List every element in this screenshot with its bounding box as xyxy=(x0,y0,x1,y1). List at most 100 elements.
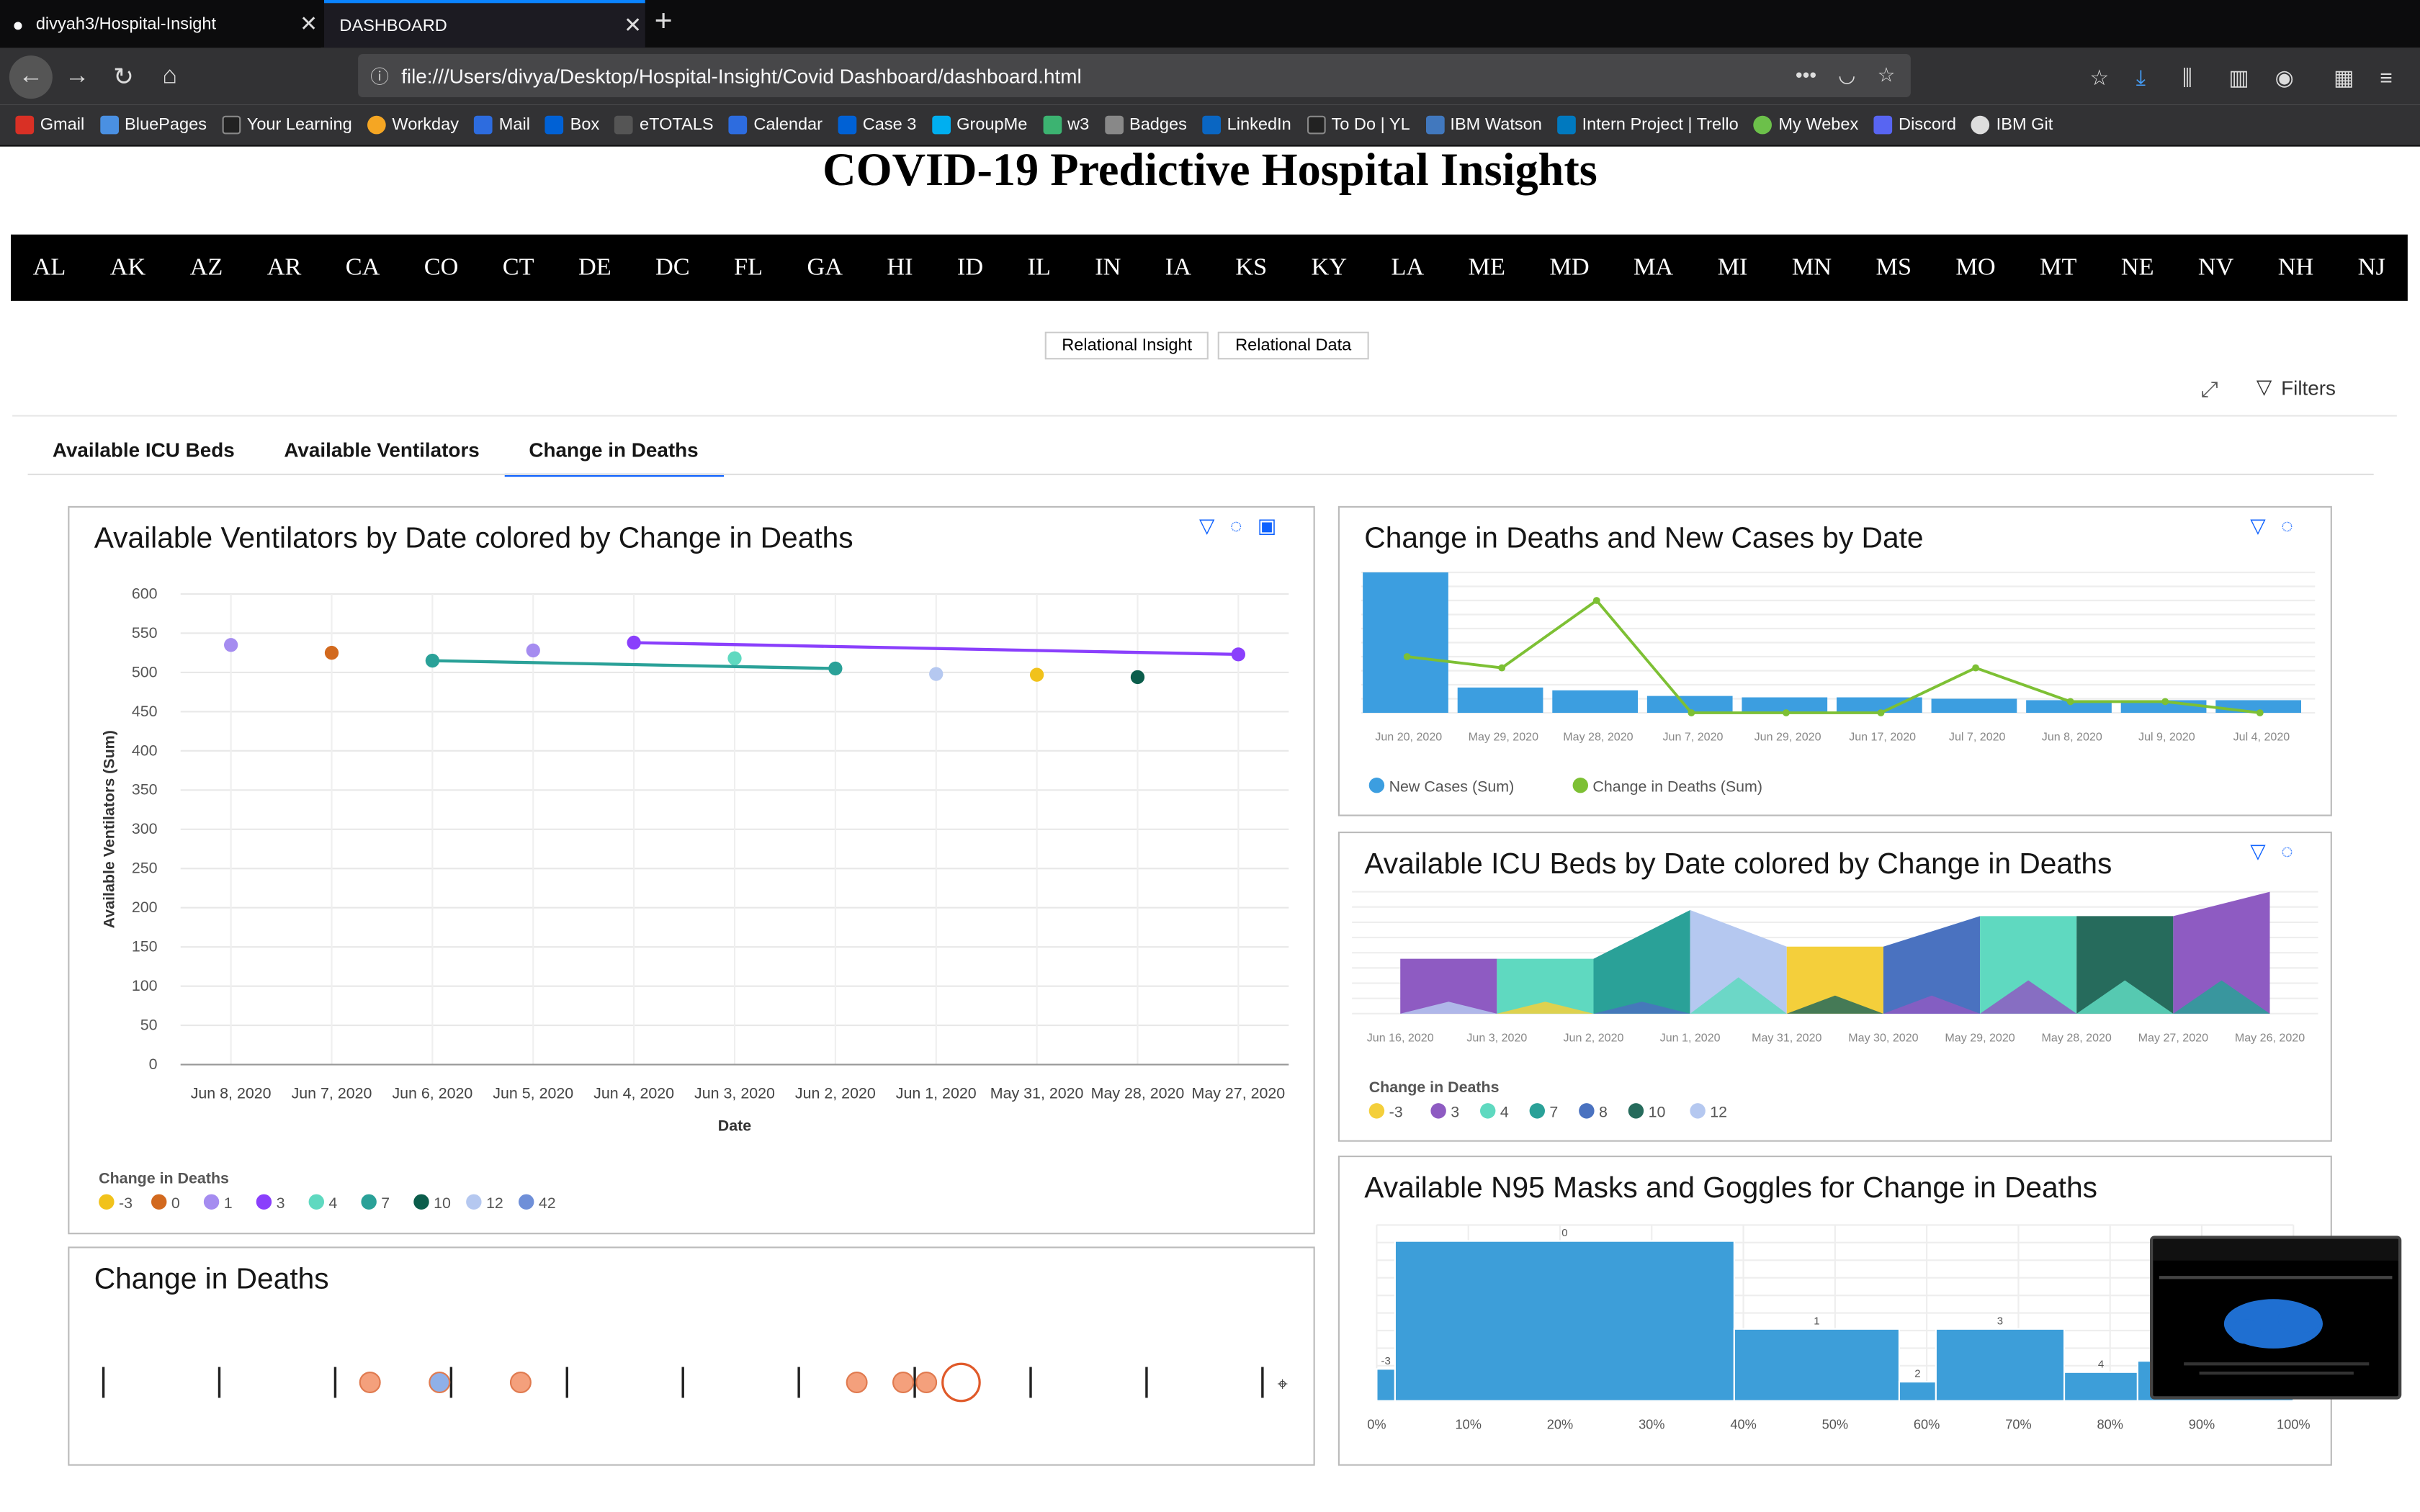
bar xyxy=(1552,690,1638,713)
tab-available-ventilators[interactable]: Available Ventilators xyxy=(259,435,504,477)
bookmark-bluepages[interactable]: BluePages xyxy=(99,115,207,135)
state-link-fl[interactable]: FL xyxy=(734,254,763,282)
forward-icon[interactable]: → xyxy=(55,55,99,99)
tab-available-icu-beds[interactable]: Available ICU Beds xyxy=(28,435,259,477)
state-link-mn[interactable]: MN xyxy=(1792,254,1832,282)
star-icon[interactable]: ☆ xyxy=(1877,63,1895,88)
sidebar-icon[interactable]: ▥ xyxy=(2228,65,2249,91)
relational-data-button[interactable]: Relational Data xyxy=(1218,331,1368,360)
state-link-ak[interactable]: AK xyxy=(110,254,146,282)
tab-change-in-deaths[interactable]: Change in Deaths xyxy=(504,435,723,477)
reload-icon[interactable]: ↻ xyxy=(102,55,145,99)
data-point xyxy=(1972,664,1979,672)
data-label: 0 xyxy=(1561,1227,1567,1239)
more-icon[interactable]: ••• xyxy=(1796,63,1816,88)
x-tick-label: Jun 29, 2020 xyxy=(1754,731,1821,744)
legend-label: 1 xyxy=(224,1194,233,1212)
collections-icon[interactable]: ☆ xyxy=(2089,65,2109,91)
state-link-in[interactable]: IN xyxy=(1095,254,1121,282)
state-link-de[interactable]: DE xyxy=(578,254,611,282)
x-tick-label: 90% xyxy=(2189,1417,2215,1431)
bookmark-ibm-watson[interactable]: IBM Watson xyxy=(1425,115,1542,135)
download-icon[interactable]: ⤓ xyxy=(2136,65,2146,91)
state-link-ar[interactable]: AR xyxy=(267,254,302,282)
state-link-nh[interactable]: NH xyxy=(2278,254,2314,282)
new-tab-icon[interactable]: + xyxy=(655,4,673,40)
legend-label: 4 xyxy=(328,1194,337,1212)
bookmark-discord[interactable]: Discord xyxy=(1873,115,1956,135)
relational-insight-button[interactable]: Relational Insight xyxy=(1044,331,1209,360)
state-link-co[interactable]: CO xyxy=(424,254,459,282)
picture-in-picture-preview[interactable] xyxy=(2150,1236,2402,1400)
state-link-az[interactable]: AZ xyxy=(190,254,223,282)
state-link-ms[interactable]: MS xyxy=(1876,254,1912,282)
bookmark-gmail[interactable]: Gmail xyxy=(15,115,84,135)
menu-icon[interactable]: ≡ xyxy=(2380,65,2393,89)
state-link-ga[interactable]: GA xyxy=(807,254,843,282)
extensions-icon[interactable]: ▦ xyxy=(2334,65,2354,91)
state-link-al[interactable]: AL xyxy=(33,254,66,282)
state-link-ma[interactable]: MA xyxy=(1634,254,1673,282)
filters-button[interactable]: ▽ Filters xyxy=(2257,375,2336,400)
bookmark-w3[interactable]: w3 xyxy=(1042,115,1089,135)
bookmark-calendar[interactable]: Calendar xyxy=(729,115,823,135)
info-icon[interactable]: ⓘ xyxy=(358,63,401,89)
bookmark-etotals[interactable]: eTOTALS xyxy=(614,115,714,135)
state-link-ct[interactable]: CT xyxy=(503,254,534,282)
state-link-ky[interactable]: KY xyxy=(1312,254,1348,282)
back-icon[interactable]: ← xyxy=(9,55,53,99)
x-tick-label: Jul 7, 2020 xyxy=(1949,731,2006,744)
state-link-ks[interactable]: KS xyxy=(1235,254,1267,282)
bookmark-case3[interactable]: Case 3 xyxy=(838,115,916,135)
close-icon[interactable]: ✕ xyxy=(620,12,645,38)
pocket-icon[interactable]: ◡ xyxy=(1838,63,1855,88)
bar xyxy=(1376,1368,1396,1402)
bookmark-linkedin[interactable]: LinkedIn xyxy=(1202,115,1291,135)
legend-label: 10 xyxy=(434,1194,451,1212)
library-icon[interactable]: ⫼ xyxy=(2182,65,2192,91)
state-link-dc[interactable]: DC xyxy=(655,254,690,282)
x-tick-label: Jun 2, 2020 xyxy=(1564,1031,1624,1044)
bookmark-ibm-git[interactable]: IBM Git xyxy=(1971,115,2053,135)
bookmark-workday[interactable]: Workday xyxy=(367,115,459,135)
account-icon[interactable]: ◉ xyxy=(2275,65,2294,91)
state-link-hi[interactable]: HI xyxy=(887,254,913,282)
x-tick-label: May 28, 2020 xyxy=(1091,1085,1185,1102)
close-icon[interactable]: ✕ xyxy=(296,11,321,37)
x-tick-label: 0% xyxy=(1367,1417,1386,1431)
state-link-nj[interactable]: NJ xyxy=(2358,254,2385,282)
x-tick-label: 80% xyxy=(2097,1417,2123,1431)
x-tick-label: 60% xyxy=(1914,1417,1940,1431)
state-link-ca[interactable]: CA xyxy=(346,254,380,282)
state-link-il[interactable]: IL xyxy=(1027,254,1050,282)
expand-icon[interactable]: ⤢ xyxy=(2201,377,2218,402)
bookmarks-bar: Gmail BluePages Your Learning Workday Ma… xyxy=(0,104,2420,147)
bookmark-mail[interactable]: Mail xyxy=(474,115,530,135)
bookmark-groupme[interactable]: GroupMe xyxy=(931,115,1027,135)
url-bar[interactable]: ⓘ file:///Users/divya/Desktop/Hospital-I… xyxy=(358,54,1911,97)
state-link-mi[interactable]: MI xyxy=(1718,254,1748,282)
x-tick-label: 10% xyxy=(1455,1417,1481,1431)
bookmark-todo[interactable]: To Do | YL xyxy=(1307,115,1410,135)
state-link-me[interactable]: ME xyxy=(1469,254,1505,282)
state-link-nv[interactable]: NV xyxy=(2198,254,2234,282)
bookmark-box[interactable]: Box xyxy=(545,115,599,135)
state-link-md[interactable]: MD xyxy=(1549,254,1589,282)
state-link-la[interactable]: LA xyxy=(1391,254,1424,282)
bookmark-webex[interactable]: My Webex xyxy=(1754,115,1858,135)
bookmark-your-learning[interactable]: Your Learning xyxy=(222,115,352,135)
y-tick-label: 50 xyxy=(140,1017,158,1034)
state-link-id[interactable]: ID xyxy=(957,254,983,282)
tab-dashboard[interactable]: DASHBOARD ✕ xyxy=(324,0,645,48)
bookmark-badges[interactable]: Badges xyxy=(1104,115,1187,135)
state-link-ia[interactable]: IA xyxy=(1165,254,1191,282)
home-icon[interactable]: ⌂ xyxy=(148,55,192,99)
state-link-ne[interactable]: NE xyxy=(2121,254,2154,282)
state-link-mo[interactable]: MO xyxy=(1955,254,1995,282)
data-point xyxy=(2256,709,2264,716)
bookmark-trello[interactable]: Intern Project | Trello xyxy=(1557,115,1739,135)
x-axis-label: Date xyxy=(718,1117,751,1135)
x-tick-label: 50% xyxy=(1822,1417,1848,1431)
tab-github[interactable]: ● divyah3/Hospital-Insight ✕ xyxy=(0,0,321,48)
state-link-mt[interactable]: MT xyxy=(2040,254,2076,282)
